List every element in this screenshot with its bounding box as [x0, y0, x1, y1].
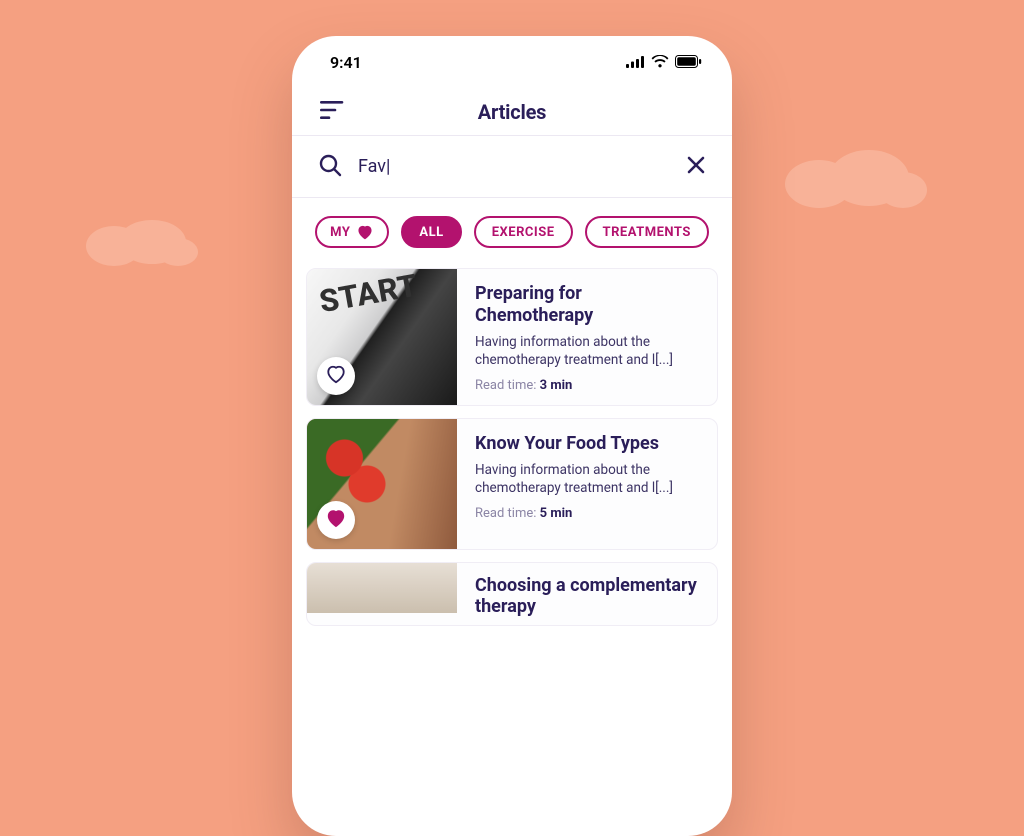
cloud-decoration [779, 140, 929, 210]
heart-filled-icon [325, 508, 347, 532]
cellular-icon [626, 53, 645, 72]
battery-icon [675, 53, 702, 72]
filter-chip-treatments[interactable]: TREATMENTS [585, 216, 709, 248]
article-title: Preparing for Chemotherapy [475, 283, 703, 326]
article-thumbnail [307, 269, 457, 405]
header: Articles [292, 88, 732, 136]
article-body: Know Your Food Types Having information … [457, 419, 717, 549]
page-title: Articles [478, 100, 547, 124]
heart-icon [356, 224, 374, 240]
filter-chip-all[interactable]: ALL [401, 216, 461, 248]
article-body: Preparing for Chemotherapy Having inform… [457, 269, 717, 405]
search-bar [292, 136, 732, 198]
filter-chip-exercise[interactable]: EXERCISE [474, 216, 573, 248]
status-bar: 9:41 [292, 36, 732, 88]
wifi-icon [651, 53, 669, 72]
read-time: Read time: 3 min [475, 378, 703, 393]
filter-chips: MY ALL EXERCISE TREATMENTS [292, 198, 732, 268]
article-title: Know Your Food Types [475, 433, 703, 455]
heart-outline-icon [325, 364, 347, 388]
filter-chip-my-favorites[interactable]: MY [315, 216, 389, 248]
menu-icon [320, 101, 344, 123]
filter-chip-label: ALL [419, 226, 443, 239]
search-input[interactable] [358, 156, 670, 177]
article-excerpt: Having information about the chemotherap… [475, 461, 703, 497]
filter-chip-label: MY [330, 226, 350, 239]
article-card[interactable]: Choosing a complementary therapy [306, 562, 718, 626]
clear-search-button[interactable] [686, 155, 706, 179]
cloud-decoration [80, 210, 200, 266]
status-time: 9:41 [330, 53, 362, 72]
article-title: Choosing a complementary therapy [475, 575, 703, 618]
article-list: Preparing for Chemotherapy Having inform… [292, 268, 732, 626]
article-thumbnail [307, 419, 457, 549]
article-card[interactable]: Preparing for Chemotherapy Having inform… [306, 268, 718, 406]
favorite-button[interactable] [317, 501, 355, 539]
status-icons [626, 53, 702, 72]
favorite-button[interactable] [317, 357, 355, 395]
close-icon [686, 155, 706, 179]
article-card[interactable]: Know Your Food Types Having information … [306, 418, 718, 550]
filter-chip-label: TREATMENTS [603, 226, 691, 239]
phone-frame: 9:41 Articles [292, 36, 732, 836]
menu-button[interactable] [316, 96, 348, 128]
search-icon [318, 153, 342, 181]
read-time: Read time: 5 min [475, 506, 703, 521]
article-thumbnail [307, 563, 457, 613]
article-body: Choosing a complementary therapy [457, 563, 717, 625]
filter-chip-label: EXERCISE [492, 226, 555, 239]
article-excerpt: Having information about the chemotherap… [475, 333, 703, 369]
